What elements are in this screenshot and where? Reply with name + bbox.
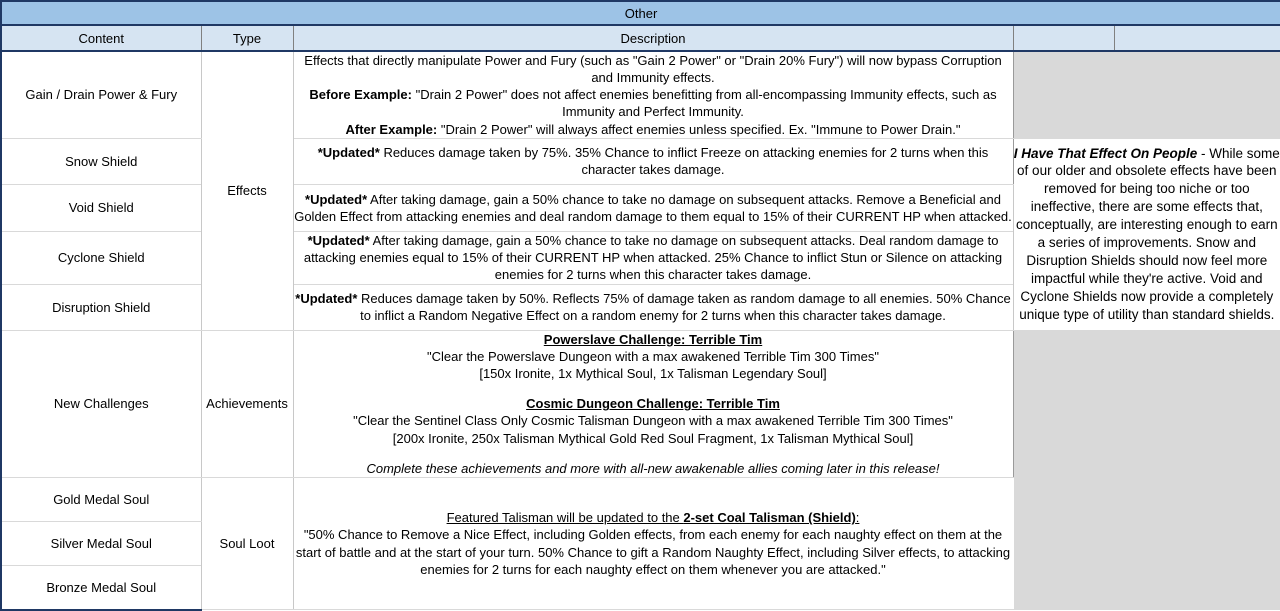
after-example-text: "Drain 2 Power" will always affect enemi…	[437, 121, 961, 137]
table-header-row: Content Type Description	[0, 24, 1280, 52]
column-header-description[interactable]: Description	[292, 24, 1014, 52]
cell-description-soul-loot[interactable]: Featured Talisman will be updated to the…	[292, 476, 1014, 611]
column-header-spacer-2[interactable]	[1113, 24, 1280, 52]
column-header-type[interactable]: Type	[200, 24, 294, 52]
cell-description-cyclone-shield[interactable]: *Updated* After taking damage, gain a 50…	[292, 230, 1014, 285]
note-separator: -	[1197, 145, 1210, 161]
desc-line-before-example: Before Example: "Drain 2 Power" does not…	[294, 86, 1013, 120]
section-title: Other	[0, 0, 1280, 26]
challenge-1-rewards: [150x Ironite, 1x Mythical Soul, 1x Tali…	[479, 366, 827, 382]
cell-description-disruption-shield[interactable]: *Updated* Reduces damage taken by 50%. R…	[292, 283, 1014, 331]
patch-notes-table: Other Content Type Description Gain / Dr…	[0, 0, 1280, 611]
updated-tag: *Updated*	[305, 191, 368, 207]
table-row: New Challenges Achievements Powerslave C…	[0, 329, 1280, 611]
cell-content-gold-medal-soul[interactable]: Gold Medal Soul	[0, 476, 202, 522]
cell-type-soul-loot[interactable]: Soul Loot	[200, 476, 294, 611]
snow-shield-text: Reduces damage taken by 75%. 35% Chance …	[379, 145, 989, 178]
soul-loot-heading-talisman: 2-set Coal Talisman (Shield)	[683, 510, 856, 526]
after-example-label: After Example:	[345, 121, 438, 137]
cell-content-new-challenges[interactable]: New Challenges	[0, 329, 202, 478]
soul-loot-heading: Featured Talisman will be updated to the…	[294, 509, 1013, 526]
cell-gray-filler-bottom	[1012, 329, 1280, 611]
updated-tag: *Updated*	[307, 233, 370, 249]
cyclone-shield-text: After taking damage, gain a 50% chance t…	[303, 233, 1003, 283]
cell-description-gain-drain-power-fury[interactable]: Effects that directly manipulate Power a…	[292, 50, 1014, 139]
cell-content-disruption-shield[interactable]: Disruption Shield	[0, 283, 202, 331]
cell-gray-filler-top	[1012, 50, 1280, 139]
spreadsheet-patch-notes-table: Other Content Type Description Gain / Dr…	[0, 0, 1280, 611]
challenge-2-rewards: [200x Ironite, 250x Talisman Mythical Go…	[392, 430, 914, 446]
cell-type-achievements[interactable]: Achievements	[200, 329, 294, 478]
challenge-1-title: Powerslave Challenge: Terrible Tim	[543, 331, 763, 347]
cell-description-snow-shield[interactable]: *Updated* Reduces damage taken by 75%. 3…	[292, 137, 1014, 185]
challenge-2-title: Cosmic Dungeon Challenge: Terrible Tim	[526, 396, 780, 412]
challenge-gap	[294, 382, 1013, 395]
desc-line-after-example: After Example: "Drain 2 Power" will alwa…	[294, 121, 1013, 138]
void-shield-text: After taking damage, gain a 50% chance t…	[294, 191, 1012, 224]
desc-line-general: Effects that directly manipulate Power a…	[304, 53, 1002, 86]
cell-description-void-shield[interactable]: *Updated* After taking damage, gain a 50…	[292, 183, 1014, 232]
cell-content-snow-shield[interactable]: Snow Shield	[0, 137, 202, 185]
cell-content-cyclone-shield[interactable]: Cyclone Shield	[0, 230, 202, 285]
soul-loot-heading-prefix: Featured Talisman will be updated to the	[446, 510, 684, 526]
disruption-shield-text: Reduces damage taken by 50%. Reflects 75…	[357, 291, 1011, 324]
column-header-content[interactable]: Content	[0, 24, 202, 52]
cell-content-silver-medal-soul[interactable]: Silver Medal Soul	[0, 520, 202, 566]
cell-type-effects[interactable]: Effects	[200, 50, 294, 331]
challenge-footer-gap	[294, 447, 1013, 460]
cell-content-gain-drain-power-fury[interactable]: Gain / Drain Power & Fury	[0, 50, 202, 139]
soul-loot-heading-suffix: :	[855, 510, 860, 526]
column-header-spacer-1[interactable]	[1012, 24, 1115, 52]
cell-content-bronze-medal-soul[interactable]: Bronze Medal Soul	[0, 564, 202, 611]
challenge-2-objective: "Clear the Sentinel Class Only Cosmic Ta…	[353, 413, 953, 429]
table-row: Gain / Drain Power & Fury Effects Effect…	[0, 50, 1280, 331]
before-example-label: Before Example:	[309, 87, 412, 103]
before-example-text: "Drain 2 Power" does not affect enemies …	[411, 87, 997, 120]
cell-content-void-shield[interactable]: Void Shield	[0, 183, 202, 232]
cell-description-new-challenges[interactable]: Powerslave Challenge: Terrible Tim "Clea…	[292, 329, 1014, 478]
soul-loot-body: "50% Chance to Remove a Nice Effect, inc…	[295, 527, 1011, 577]
updated-tag: *Updated*	[295, 291, 358, 307]
table-title-row: Other	[0, 0, 1280, 26]
challenge-1-objective: "Clear the Powerslave Dungeon with a max…	[427, 348, 879, 364]
note-body: While some of our older and obsolete eff…	[1015, 145, 1280, 323]
table-row: Snow Shield *Updated* Reduces damage tak…	[0, 137, 1280, 331]
challenge-footer-note: Complete these achievements and more wit…	[366, 460, 940, 476]
updated-tag: *Updated*	[317, 145, 380, 161]
callout-note-panel[interactable]: I Have That Effect On People - While som…	[1012, 137, 1280, 331]
note-title: I Have That Effect On People	[1013, 145, 1198, 161]
